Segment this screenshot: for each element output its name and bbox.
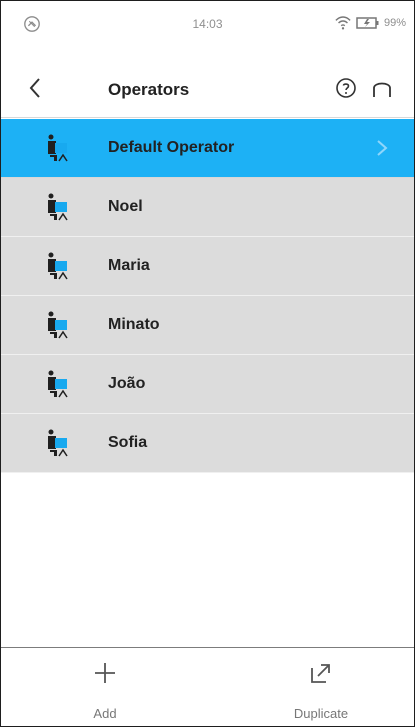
add-button[interactable]: Add — [35, 648, 175, 726]
operator-row-noel[interactable]: Noel — [1, 178, 414, 237]
operator-row-minato[interactable]: Minato — [1, 296, 414, 355]
operator-name: Noel — [108, 198, 143, 215]
operator-icon — [48, 134, 68, 162]
help-icon[interactable] — [334, 76, 358, 100]
status-icons: 99% — [334, 15, 406, 31]
operator-icon — [48, 370, 68, 398]
bottom-toolbar: Add Duplicate — [1, 647, 414, 726]
operator-row-default-operator[interactable]: Default Operator — [1, 119, 414, 178]
chevron-right-icon — [377, 140, 388, 156]
duplicate-button[interactable]: Duplicate — [251, 648, 391, 726]
operator-icon — [48, 311, 68, 339]
operator-name: João — [108, 375, 146, 392]
duplicate-icon — [311, 664, 330, 683]
page-title: Operators — [108, 80, 190, 99]
operator-icon — [48, 252, 68, 280]
duplicate-label: Duplicate — [293, 706, 349, 721]
operator-icon — [48, 193, 68, 221]
header: Operators — [1, 61, 414, 118]
screen-frame: 14:03 99% Operators Default Operator Noe… — [0, 0, 415, 727]
back-icon[interactable] — [25, 76, 45, 100]
operator-row-sofia[interactable]: Sofia — [1, 414, 414, 473]
home-icon[interactable] — [370, 76, 394, 100]
battery-percent: 99% — [383, 17, 406, 29]
operator-icon — [48, 429, 68, 457]
operators-list: Default Operator Noel Maria Minato João … — [1, 119, 414, 473]
status-bar: 14:03 99% — [1, 1, 414, 62]
operator-name: Minato — [108, 316, 160, 333]
add-label: Add — [93, 706, 117, 721]
plus-icon — [95, 663, 115, 683]
operator-name: Maria — [108, 257, 150, 274]
operator-name: Sofia — [108, 434, 148, 451]
operator-row-joao[interactable]: João — [1, 355, 414, 414]
operator-name: Default Operator — [108, 139, 235, 156]
operator-row-maria[interactable]: Maria — [1, 237, 414, 296]
battery-icon — [356, 17, 379, 29]
wifi-icon — [335, 16, 351, 30]
